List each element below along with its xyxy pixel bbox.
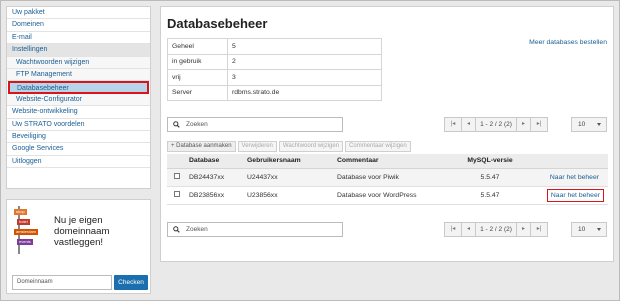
search-input-bottom[interactable]: Zoeken — [167, 222, 343, 237]
pager-top: |◂ ◂ 1 - 2 / 2 (2) ▸ ▸| — [444, 117, 548, 132]
search-input-top[interactable]: Zoeken — [167, 117, 343, 132]
sidebar-item-beveiliging[interactable]: Beveiliging — [7, 131, 150, 144]
database-quota-table: Geheel 5 in gebruik 2 vrij 3 Server rdbms.st… — [167, 38, 382, 101]
first-page-button[interactable]: |◂ — [444, 222, 462, 237]
sidebar-item-uitloggen[interactable]: Uitloggen — [7, 156, 150, 169]
page-size-value: 10 — [578, 121, 586, 128]
database-toolbar: + Database aanmaken Verwijderen Wachtwoo… — [167, 141, 411, 152]
sidebar-item-email[interactable]: E-mail — [7, 32, 150, 45]
db-user: U23856xx — [247, 186, 337, 205]
page-size-select[interactable]: 10 — [571, 117, 607, 132]
create-database-button[interactable]: + Database aanmaken — [167, 141, 236, 152]
pager-bottom: |◂ ◂ 1 - 2 / 2 (2) ▸ ▸| — [444, 222, 548, 237]
sidebar-item-uw-pakket[interactable]: Uw pakket — [7, 7, 150, 20]
sidebar-item-domeinen[interactable]: Domeinen — [7, 19, 150, 32]
sidebar-item-google[interactable]: Google Services — [7, 143, 150, 156]
db-mysql-version: 5.5.47 — [455, 168, 525, 187]
db-comment: Database voor WordPress — [337, 186, 455, 205]
sidebar-item-wachtwoorden[interactable]: Wachtwoorden wijzigen — [7, 56, 150, 69]
quota-label: Geheel — [167, 38, 228, 55]
change-comment-button[interactable]: Commentaar wijzigen — [345, 141, 411, 152]
row-action-cell: Naar het beheer — [525, 168, 608, 187]
signpost-illustration: shop hotel amsterdam events — [14, 206, 44, 254]
column-database: Database — [189, 154, 247, 169]
check-domain-button[interactable]: Checken — [114, 275, 148, 290]
page-size-value: 10 — [578, 226, 586, 233]
row-select-cell — [167, 186, 189, 205]
row-checkbox[interactable] — [174, 191, 180, 197]
table-row: DB24437xx U24437xx Database voor Piwik 5… — [167, 168, 608, 187]
sidebar-item-website-ontwikkeling[interactable]: Website-ontwikkeling — [7, 106, 150, 119]
search-icon — [173, 226, 180, 233]
sign-shop: shop — [14, 209, 27, 215]
chevron-down-icon — [597, 228, 601, 231]
first-page-button[interactable]: |◂ — [444, 117, 462, 132]
db-name: DB24437xx — [189, 168, 247, 187]
quota-label: in gebruik — [167, 53, 228, 70]
quota-value: 5 — [227, 38, 382, 55]
quota-value: 2 — [227, 53, 382, 70]
page-title: Databasebeheer — [167, 16, 268, 31]
column-mysql: MySQL-versie — [455, 154, 525, 169]
select-column — [167, 154, 189, 169]
promo-text: Nu je eigen domeinnaam vastleggen! — [54, 215, 110, 248]
quota-row: Server rdbms.strato.de — [167, 84, 382, 101]
sidebar-item-voordelen[interactable]: Uw STRATO voordelen — [7, 119, 150, 131]
page-indicator: 1 - 2 / 2 (2) — [475, 117, 517, 132]
row-select-cell — [167, 168, 189, 187]
quota-value: 3 — [227, 69, 382, 86]
quota-row: in gebruik 2 — [167, 53, 382, 70]
next-page-button[interactable]: ▸ — [516, 117, 531, 132]
db-mysql-version: 5.5.47 — [455, 186, 525, 205]
sidebar-item-website-configurator[interactable]: Website-Configurator — [7, 93, 150, 107]
sidebar-item-instellingen[interactable]: Instellingen — [7, 44, 150, 57]
quota-label: Server — [167, 84, 228, 101]
prev-page-button[interactable]: ◂ — [461, 117, 476, 132]
manage-link-highlighted[interactable]: Naar het beheer — [546, 188, 604, 202]
search-placeholder: Zoeken — [186, 121, 208, 128]
quota-row: vrij 3 — [167, 69, 382, 86]
manage-link[interactable]: Naar het beheer — [547, 172, 602, 183]
table-row: DB23856xx U23856xx Database voor WordPre… — [167, 186, 608, 205]
row-checkbox[interactable] — [174, 173, 180, 179]
quota-label: vrij — [167, 69, 228, 86]
quota-value: rdbms.strato.de — [227, 84, 382, 101]
search-placeholder: Zoeken — [186, 226, 208, 233]
prev-page-button[interactable]: ◂ — [461, 222, 476, 237]
table-header: Database Gebruikersnaam Commentaar MySQL… — [167, 154, 608, 169]
page-size-select[interactable]: 10 — [571, 222, 607, 237]
sidebar-item-databasebeheer[interactable]: Databasebeheer — [8, 81, 149, 94]
db-name: DB23856xx — [189, 186, 247, 205]
quota-row: Geheel 5 — [167, 38, 382, 55]
main-panel: Databasebeheer Meer databases bestellen … — [160, 6, 614, 262]
row-action-cell: Naar het beheer — [525, 186, 608, 205]
change-password-button[interactable]: Wachtwoord wijzigen — [278, 141, 344, 152]
delete-button[interactable]: Verwijderen — [237, 141, 277, 152]
domain-promo: shop hotel amsterdam events Nu je eigen … — [6, 199, 151, 294]
order-more-databases-link[interactable]: Meer databases bestellen — [529, 39, 607, 46]
sidebar: Uw pakket Domeinen E-mail Instellingen W… — [6, 6, 151, 189]
db-comment: Database voor Piwik — [337, 168, 455, 187]
database-table: Database Gebruikersnaam Commentaar MySQL… — [167, 154, 608, 205]
page-indicator: 1 - 2 / 2 (2) — [475, 222, 517, 237]
sign-hotel: hotel — [17, 219, 30, 225]
column-user: Gebruikersnaam — [247, 154, 337, 169]
search-icon — [173, 121, 180, 128]
db-user: U24437xx — [247, 168, 337, 187]
last-page-button[interactable]: ▸| — [530, 222, 548, 237]
sidebar-item-ftp[interactable]: FTP Management — [7, 68, 150, 82]
sign-amsterdam: amsterdam — [14, 229, 39, 235]
column-comment: Commentaar — [337, 154, 455, 169]
column-action — [525, 154, 608, 169]
chevron-down-icon — [597, 123, 601, 126]
next-page-button[interactable]: ▸ — [516, 222, 531, 237]
sign-events: events — [17, 239, 33, 245]
domain-input[interactable]: Domeinnaam — [12, 275, 112, 290]
last-page-button[interactable]: ▸| — [530, 117, 548, 132]
